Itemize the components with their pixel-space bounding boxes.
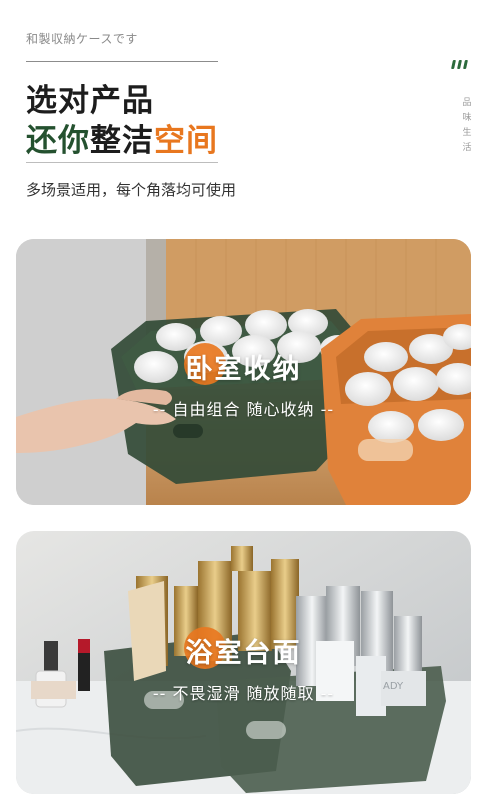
headline-orange-text: 空间 (154, 123, 218, 159)
bathroom-title: 浴室台面 (185, 638, 302, 669)
headline-line-1: 选对产品 (26, 83, 154, 119)
subheading: 多场景适用，每个角落均可使用 (26, 181, 237, 199)
headline-green-text: 还你 (26, 123, 90, 159)
bedroom-caption-group: 卧室收纳 -- 自由组合 随心收纳 -- (16, 343, 471, 420)
decorative-tick-icon (451, 60, 468, 69)
bathroom-caption-group: 浴室台面 -- 不畏湿滑 随放随取 -- (16, 627, 471, 704)
side-vertical-label: 品味生活 (462, 98, 472, 153)
bathroom-scene-card: ADY 浴室台面 -- 不畏湿滑 随放随取 -- (16, 531, 471, 794)
bedroom-subtitle: -- 自由组合 随心收纳 -- (152, 400, 335, 419)
bathroom-subtitle: -- 不畏湿滑 随放随取 -- (152, 684, 335, 703)
headline-dark-text: 整洁 (90, 123, 154, 159)
bedroom-title: 卧室收纳 (185, 354, 302, 385)
header-divider-bottom (26, 162, 218, 163)
headline-line-2: 还你整洁空间 (26, 115, 218, 160)
header-divider-top (26, 61, 218, 62)
bedroom-scene-card: 卧室收纳 -- 自由组合 随心收纳 -- (16, 239, 471, 505)
top-caption: 和製収納ケースです (26, 32, 138, 46)
